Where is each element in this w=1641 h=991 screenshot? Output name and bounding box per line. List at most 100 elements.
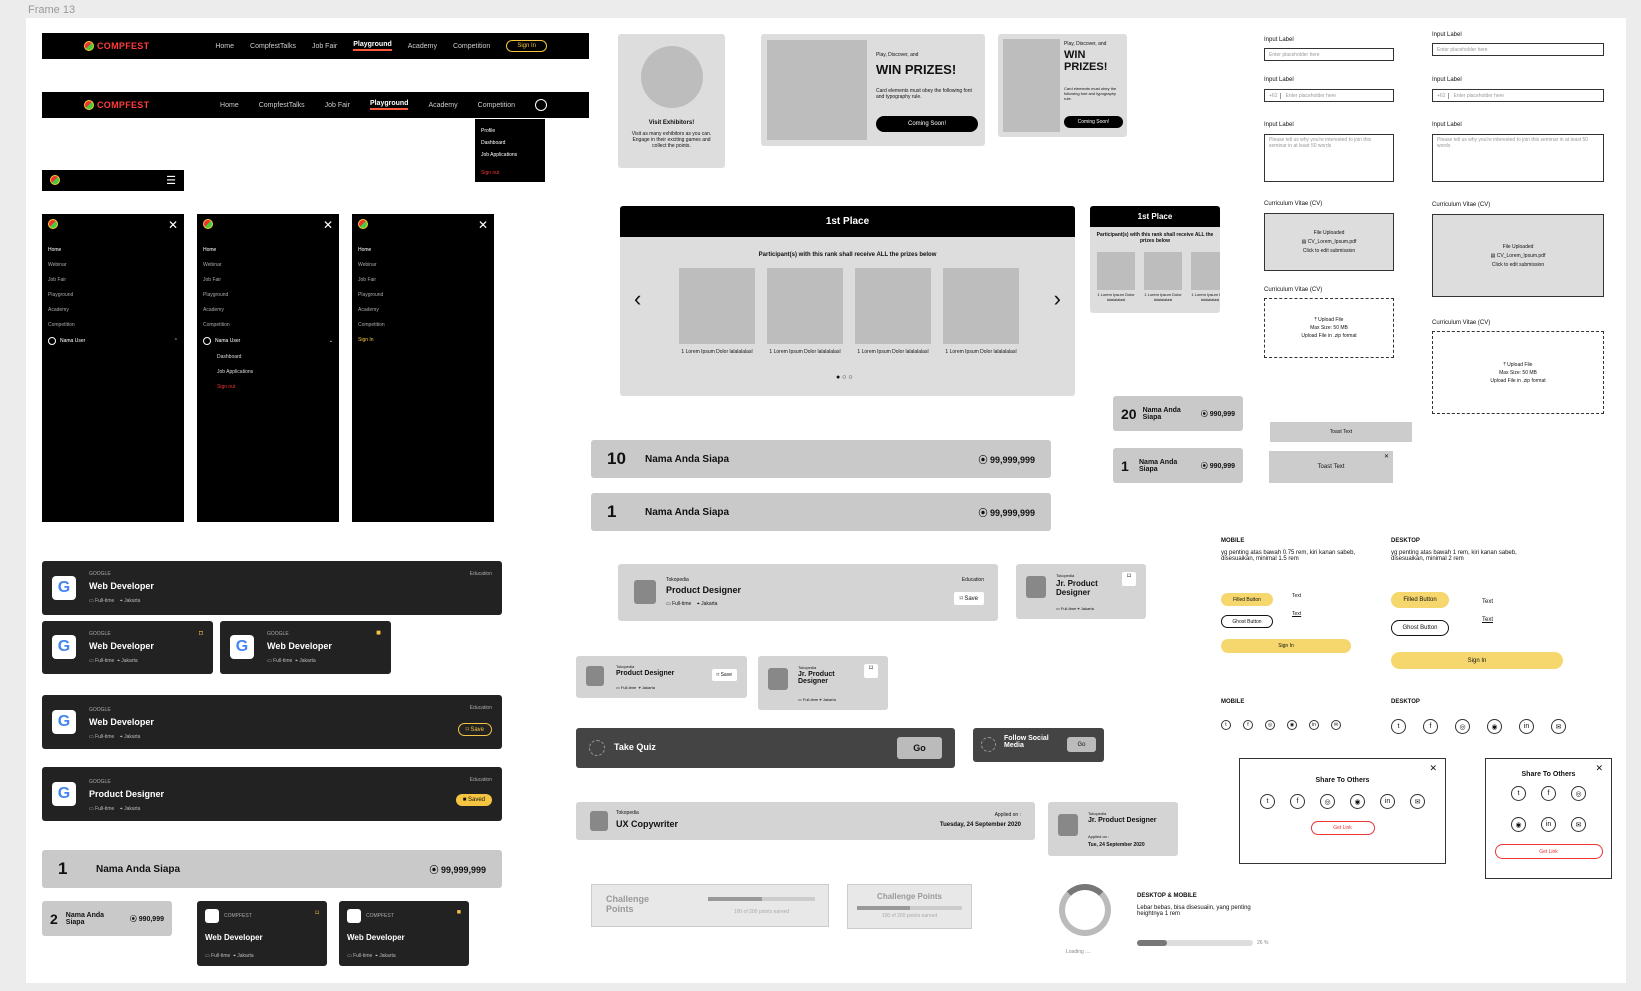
- edit-submission-link[interactable]: Click to edit submission: [1492, 262, 1544, 268]
- text-button[interactable]: Text: [1482, 599, 1493, 605]
- facebook-icon[interactable]: f: [1423, 719, 1438, 734]
- phone-input[interactable]: +62 Enter placeholder here: [1432, 89, 1604, 102]
- drawer-item-competition[interactable]: Competition: [48, 322, 178, 328]
- job-card-small-saved[interactable]: G GOOGLE Web Developer ▭ Full-time ⌖ Jak…: [220, 621, 391, 674]
- nav-link-academy[interactable]: Academy: [408, 43, 437, 50]
- toko-job-card-small[interactable]: Tokopedia Jr. Product Designer ▭ Full-ti…: [758, 656, 888, 710]
- linkedin-icon[interactable]: in: [1519, 719, 1534, 734]
- close-icon[interactable]: ✕: [168, 218, 178, 232]
- drawer-item-home[interactable]: Home: [48, 247, 178, 253]
- close-icon[interactable]: ✕: [478, 218, 488, 232]
- bookmark-outline-icon[interactable]: ⌑: [315, 909, 319, 917]
- brand-logo[interactable]: COMPFEST: [84, 41, 149, 51]
- instagram-icon[interactable]: ◎: [1571, 786, 1586, 801]
- chevron-left-icon[interactable]: ‹: [634, 286, 641, 312]
- drawer-item-webinar[interactable]: Webinar: [358, 262, 488, 268]
- nav-link-home[interactable]: Home: [220, 102, 239, 109]
- job-card-small[interactable]: G GOOGLE Web Developer ▭ Full-time ⌖ Jak…: [42, 621, 213, 674]
- signin-button[interactable]: Sign In: [1221, 639, 1351, 653]
- drawer-item-playground[interactable]: Playground: [358, 292, 488, 298]
- bookmark-filled-icon[interactable]: ■: [457, 909, 461, 916]
- cv-uploaded-box[interactable]: File Uploaded ▤ CV_Lorem_Ipsum.pdf Click…: [1264, 213, 1394, 271]
- cv-upload-box[interactable]: ⤒ Upload File Max Size: 50 MB Upload Fil…: [1264, 298, 1394, 358]
- quiz-card[interactable]: Take Quiz Go: [576, 728, 955, 768]
- drawer-item-competition[interactable]: Competition: [203, 322, 333, 328]
- mail-icon[interactable]: ✉: [1571, 817, 1586, 832]
- nav-link-home[interactable]: Home: [215, 43, 234, 50]
- line-icon[interactable]: ◉: [1350, 794, 1365, 809]
- bookmark-outline-icon[interactable]: ⌑: [199, 629, 203, 638]
- facebook-icon[interactable]: f: [1243, 720, 1253, 730]
- facebook-icon[interactable]: f: [1290, 794, 1305, 809]
- drawer-signout[interactable]: Sign out: [217, 384, 333, 390]
- line-icon[interactable]: ◉: [1487, 719, 1502, 734]
- nav-link-competition[interactable]: Competition: [478, 102, 515, 109]
- cv-upload-box[interactable]: ⤒ Upload File Max Size: 50 MB Upload Fil…: [1432, 331, 1604, 414]
- linkedin-icon[interactable]: in: [1309, 720, 1319, 730]
- bookmark-outline-icon[interactable]: ⌑: [1122, 572, 1136, 586]
- bookmark-filled-icon[interactable]: ■: [376, 628, 381, 637]
- job-card[interactable]: G GOOGLE Web Developer ▭ Full-time ⌖ Jak…: [42, 561, 502, 615]
- instagram-icon[interactable]: ◎: [1455, 719, 1470, 734]
- drawer-item-home[interactable]: Home: [203, 247, 333, 253]
- nav-link-compfesttalks[interactable]: CompfestTalks: [259, 102, 305, 109]
- compfest-job-card-saved[interactable]: COMPFEST ■ Web Developer ▭ Full-time ⌖ J…: [339, 901, 469, 966]
- save-button[interactable]: ⌑ Save: [711, 669, 737, 681]
- close-icon[interactable]: ✕: [323, 218, 333, 232]
- brand-icon[interactable]: [50, 175, 60, 185]
- linkedin-icon[interactable]: in: [1541, 817, 1556, 832]
- edit-submission-link[interactable]: Click to edit submission: [1303, 248, 1355, 254]
- drawer-item-webinar[interactable]: Webinar: [203, 262, 333, 268]
- twitter-icon[interactable]: t: [1391, 719, 1406, 734]
- coming-soon-button[interactable]: Coming Soon!: [876, 116, 978, 132]
- nav-link-competition[interactable]: Competition: [453, 43, 490, 50]
- textarea-input[interactable]: Please tell us why you're interested to …: [1432, 134, 1604, 182]
- drawer-user[interactable]: Nama User ⌄: [203, 337, 333, 345]
- drawer-item-playground[interactable]: Playground: [203, 292, 333, 298]
- toko-job-card-compact[interactable]: Tokopedia Product Designer ▭ Full-time ⌖…: [576, 656, 747, 698]
- line-icon[interactable]: ◉: [1287, 720, 1297, 730]
- mail-icon[interactable]: ✉: [1331, 720, 1341, 730]
- filled-button[interactable]: Filled Button: [1221, 593, 1273, 606]
- compfest-job-card[interactable]: COMPFEST ⌑ Web Developer ▭ Full-time ⌖ J…: [197, 901, 327, 966]
- mail-icon[interactable]: ✉: [1551, 719, 1566, 734]
- drawer-sub-job-applications[interactable]: Job Applications: [217, 369, 333, 375]
- go-button[interactable]: Go: [1067, 737, 1096, 752]
- drawer-item-home[interactable]: Home: [358, 247, 488, 253]
- get-link-button[interactable]: Get Link: [1310, 821, 1375, 835]
- save-button[interactable]: ⌑ Save: [457, 723, 492, 736]
- filled-button[interactable]: Filled Button: [1391, 592, 1449, 608]
- drawer-item-jobfair[interactable]: Job Fair: [203, 277, 333, 283]
- linkedin-icon[interactable]: in: [1380, 794, 1395, 809]
- drawer-item-jobfair[interactable]: Job Fair: [48, 277, 178, 283]
- drawer-user[interactable]: Nama User ⌃: [48, 337, 178, 345]
- drawer-signin[interactable]: Sign In: [358, 337, 488, 343]
- text-button[interactable]: Text: [1292, 593, 1301, 599]
- coming-soon-button[interactable]: Coming Soon!: [1064, 116, 1123, 128]
- job-card-save[interactable]: G GOOGLE Web Developer ▭ Full-time ⌖ Jak…: [42, 695, 502, 749]
- twitter-icon[interactable]: t: [1260, 794, 1275, 809]
- instagram-icon[interactable]: ◎: [1265, 720, 1275, 730]
- nav-link-jobfair[interactable]: Job Fair: [312, 43, 337, 50]
- close-icon[interactable]: ✕: [1429, 763, 1437, 774]
- brand-logo[interactable]: COMPFEST: [84, 100, 149, 110]
- job-card-saved[interactable]: G GOOGLE Product Designer ▭ Full-time ⌖ …: [42, 767, 502, 821]
- follow-card[interactable]: Follow Social Media Go: [973, 728, 1104, 762]
- mail-icon[interactable]: ✉: [1410, 794, 1425, 809]
- drawer-item-webinar[interactable]: Webinar: [48, 262, 178, 268]
- nav-link-jobfair[interactable]: Job Fair: [325, 102, 350, 109]
- drawer-item-academy[interactable]: Academy: [358, 307, 488, 313]
- nav-link-playground[interactable]: Playground: [369, 100, 409, 110]
- toko-job-card[interactable]: Tokopedia Product Designer ▭ Full-time ⌖…: [618, 564, 998, 621]
- save-button[interactable]: ⌑ Save: [953, 592, 984, 605]
- dropdown-signout[interactable]: Sign out: [481, 167, 539, 179]
- text-button-underline[interactable]: Text: [1292, 611, 1301, 617]
- nav-link-compfesttalks[interactable]: CompfestTalks: [250, 43, 296, 50]
- nav-link-academy[interactable]: Academy: [428, 102, 457, 109]
- toko-job-card-small[interactable]: Tokopedia Jr. Product Designer ▭ Full-ti…: [1016, 564, 1146, 619]
- nav-link-playground[interactable]: Playground: [353, 41, 392, 51]
- signin-button[interactable]: Sign In: [506, 40, 547, 52]
- chevron-right-icon[interactable]: ›: [1054, 286, 1061, 312]
- user-avatar-icon[interactable]: [535, 99, 547, 111]
- drawer-item-competition[interactable]: Competition: [358, 322, 488, 328]
